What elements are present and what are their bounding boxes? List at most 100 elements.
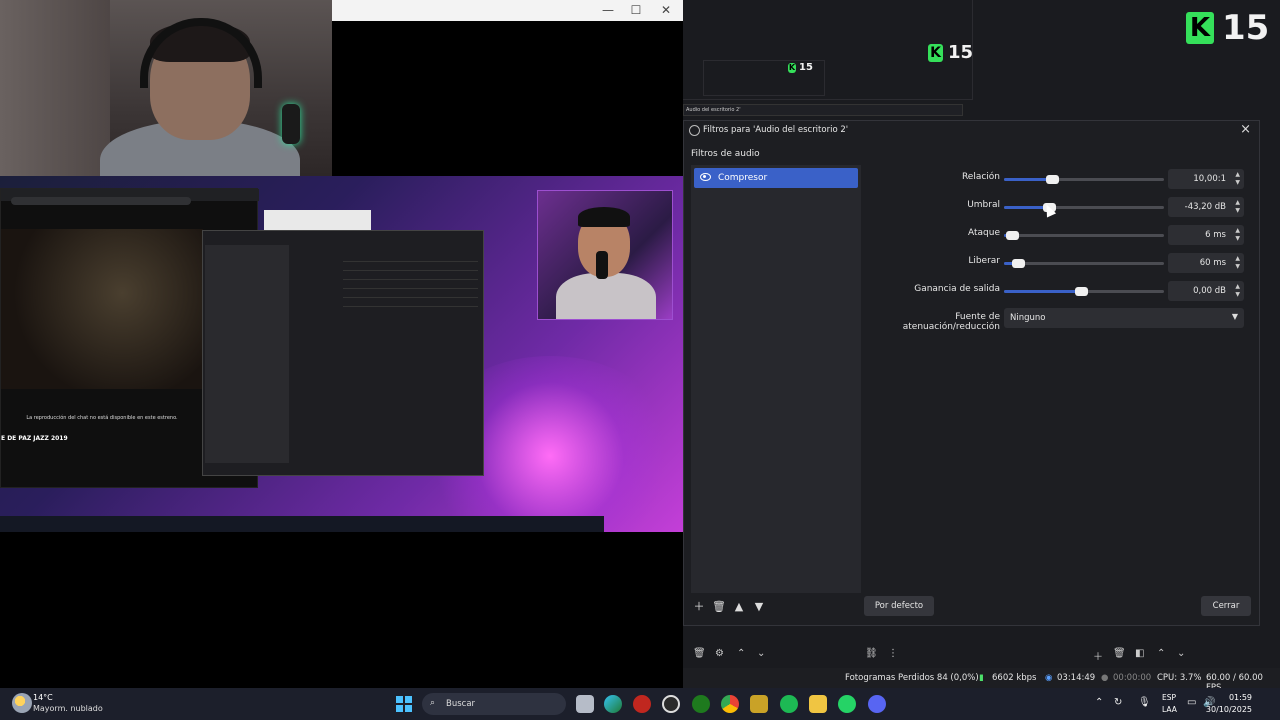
- link-icon[interactable]: ⛓: [865, 648, 878, 659]
- dialog-titlebar: Filtros para 'Audio del escritorio 2' ×: [684, 121, 1259, 141]
- chevron-up-icon[interactable]: ⌃: [1095, 697, 1103, 708]
- property-value: 6 ms: [1205, 230, 1226, 240]
- eye-icon[interactable]: [700, 173, 711, 181]
- close-button[interactable]: Cerrar: [1201, 596, 1251, 616]
- signal-icon: ▮: [979, 673, 984, 683]
- source-dropdown[interactable]: Ninguno ▼: [1004, 308, 1244, 328]
- sync-icon[interactable]: ↻: [1114, 697, 1122, 708]
- close-icon[interactable]: ✕: [658, 2, 674, 18]
- gear-icon[interactable]: ⚙: [715, 648, 724, 659]
- property-slider[interactable]: [1004, 287, 1164, 296]
- obs-dock-toolbar: 🗑 ⚙ ⌃ ⌄ ⛓ ⋮ ＋ 🗑 ◧ ⌃ ⌄: [683, 640, 1280, 668]
- rec-time: 00:00:00: [1113, 673, 1152, 683]
- xbox-icon[interactable]: [692, 695, 710, 713]
- slider-knob[interactable]: [1046, 175, 1059, 184]
- task-view-icon[interactable]: [576, 695, 594, 713]
- trash-icon[interactable]: 🗑: [693, 648, 706, 659]
- chrome-icon[interactable]: [721, 695, 739, 713]
- k-badge-overlay: K 15: [1186, 8, 1269, 48]
- chevron-down-icon[interactable]: ⌄: [757, 648, 765, 659]
- property-value: 10,00:1: [1193, 174, 1226, 184]
- discord-icon[interactable]: [868, 695, 886, 713]
- filter-item-compresor[interactable]: Compresor: [694, 168, 858, 188]
- windows-start-icon[interactable]: [396, 696, 412, 712]
- trash-icon[interactable]: 🗑: [711, 599, 727, 615]
- chevron-down-icon[interactable]: ▼: [751, 599, 767, 615]
- obs-icon[interactable]: [662, 695, 680, 713]
- clock-time[interactable]: 01:59: [1229, 693, 1252, 702]
- chevron-up-icon[interactable]: ▲: [1235, 171, 1240, 178]
- nested-dialog-title: Audio del escritorio 2': [683, 104, 963, 116]
- add-icon[interactable]: ＋: [1093, 648, 1103, 663]
- chevron-up-icon[interactable]: ▲: [731, 599, 747, 615]
- k-logo-icon: K: [1186, 12, 1214, 44]
- minimize-icon[interactable]: —: [600, 2, 616, 18]
- filter-icon[interactable]: ◧: [1135, 648, 1144, 659]
- language-code[interactable]: ESP: [1162, 693, 1176, 702]
- whatsapp-icon[interactable]: [838, 695, 856, 713]
- property-slider[interactable]: [1004, 175, 1164, 184]
- monitor-icon[interactable]: ▭: [1187, 697, 1196, 708]
- source-label: Fuente de atenuación/reducción: [902, 312, 1000, 332]
- filter-item-label: Compresor: [718, 173, 768, 183]
- property-label: Relación: [961, 172, 1000, 182]
- dialog-title: Filtros para 'Audio del escritorio 2': [703, 125, 849, 135]
- more-icon[interactable]: ⋮: [888, 648, 898, 659]
- second-webcam: [537, 190, 673, 320]
- add-icon[interactable]: ＋: [691, 599, 707, 615]
- chevron-up-icon[interactable]: ⌃: [737, 648, 745, 659]
- bitrate: 6602 kbps: [992, 673, 1037, 683]
- chevron-down-icon[interactable]: ▼: [1235, 179, 1240, 186]
- maximize-icon[interactable]: ☐: [628, 2, 644, 18]
- property-slider[interactable]: [1004, 203, 1164, 212]
- chevron-down-icon[interactable]: ⌄: [1177, 648, 1185, 659]
- weather-desc[interactable]: Mayorm. nublado: [33, 704, 103, 713]
- property-slider[interactable]: [1004, 231, 1164, 240]
- slider-knob[interactable]: [1074, 287, 1088, 296]
- chevron-down-icon[interactable]: ▼: [1235, 207, 1240, 214]
- property-value: -43,20 dB: [1184, 202, 1226, 212]
- chevron-up-icon[interactable]: ▲: [1235, 227, 1240, 234]
- property-value-spinbox[interactable]: -43,20 dB ▲ ▼: [1168, 197, 1244, 217]
- winrar-icon[interactable]: [750, 695, 768, 713]
- filter-icon: [689, 125, 700, 136]
- spotify-icon[interactable]: [780, 695, 798, 713]
- microphone-icon[interactable]: 🎙: [1138, 697, 1151, 708]
- app-red-icon[interactable]: [633, 695, 651, 713]
- chevron-up-icon[interactable]: ▲: [1235, 199, 1240, 206]
- property-value-spinbox[interactable]: 6 ms ▲ ▼: [1168, 225, 1244, 245]
- chevron-down-icon[interactable]: ▼: [1235, 235, 1240, 242]
- close-icon[interactable]: ×: [1240, 122, 1251, 137]
- chevron-down-icon[interactable]: ▼: [1235, 291, 1240, 298]
- property-value-spinbox[interactable]: 60 ms ▲ ▼: [1168, 253, 1244, 273]
- clock-date[interactable]: 30/10/2025: [1206, 705, 1252, 714]
- property-label: Umbral: [967, 200, 1000, 210]
- keyboard-layout[interactable]: LAA: [1162, 705, 1177, 714]
- taskbar-search[interactable]: ⌕ Buscar: [422, 693, 566, 715]
- chevron-down-icon[interactable]: ▼: [1235, 263, 1240, 270]
- property-value-spinbox[interactable]: 10,00:1 ▲ ▼: [1168, 169, 1244, 189]
- video-title: E DE PAZ JAZZ 2019: [1, 435, 68, 442]
- property-slider[interactable]: [1004, 259, 1164, 268]
- chevron-up-icon[interactable]: ⌃: [1157, 648, 1165, 659]
- obs-status-bar: Fotogramas Perdidos 84 (0,0%) ▮ 6602 kbp…: [683, 668, 1280, 693]
- defaults-button[interactable]: Por defecto: [864, 596, 934, 616]
- edge-icon[interactable]: [604, 695, 622, 713]
- weather-temp[interactable]: 14°C: [33, 693, 53, 702]
- trash-icon[interactable]: 🗑: [1113, 648, 1126, 659]
- property-value-spinbox[interactable]: 0,00 dB ▲ ▼: [1168, 281, 1244, 301]
- slider-knob[interactable]: [1006, 231, 1019, 240]
- weather-icon[interactable]: [12, 693, 32, 713]
- folder-icon[interactable]: [809, 695, 827, 713]
- chevron-up-icon[interactable]: ▲: [1235, 255, 1240, 262]
- live-icon: ◉: [1045, 673, 1053, 683]
- source-value: Ninguno: [1010, 313, 1046, 323]
- filters-dialog: Filtros para 'Audio del escritorio 2' × …: [683, 120, 1260, 626]
- chevron-up-icon[interactable]: ▲: [1235, 283, 1240, 290]
- property-label: Ataque: [968, 228, 1000, 238]
- live-time: 03:14:49: [1057, 673, 1096, 683]
- slider-knob[interactable]: [1012, 259, 1026, 268]
- record-icon: ●: [1101, 673, 1109, 683]
- property-label: Liberar: [968, 256, 1000, 266]
- nested-k-badge: K 15: [928, 42, 973, 63]
